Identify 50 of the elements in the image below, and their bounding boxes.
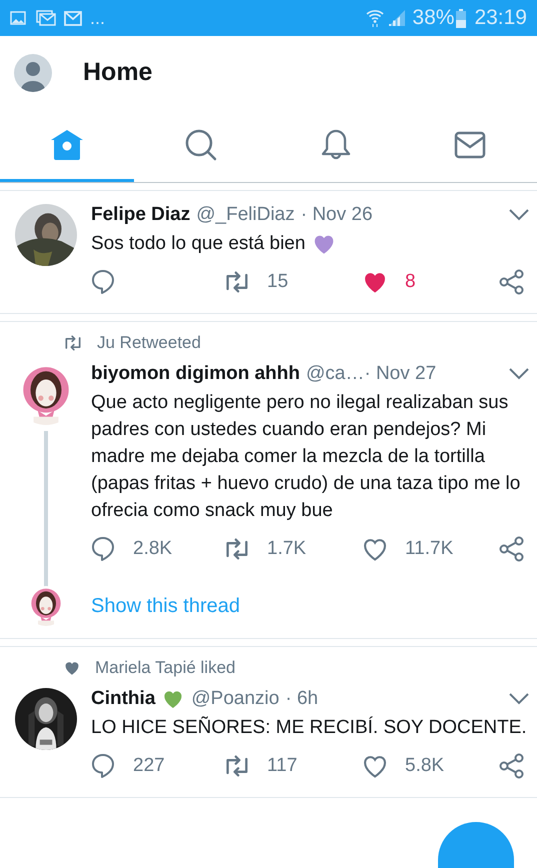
like-count: 11.7K bbox=[405, 536, 454, 561]
wifi-icon bbox=[366, 8, 384, 28]
chevron-down-icon[interactable] bbox=[509, 693, 529, 705]
reply-count: 227 bbox=[133, 754, 165, 778]
author-name: biyomon digimon ahhh bbox=[91, 362, 300, 386]
search-icon bbox=[185, 128, 218, 160]
battery-level: 38% bbox=[412, 5, 454, 32]
battery-icon bbox=[456, 8, 466, 28]
like-count: 8 bbox=[405, 270, 416, 294]
author-name: Felipe Diaz bbox=[91, 202, 190, 227]
like-count: 5.8K bbox=[405, 754, 444, 778]
bell-icon bbox=[320, 128, 352, 160]
home-icon bbox=[50, 128, 84, 160]
retweet-icon bbox=[63, 333, 83, 353]
heart-icon bbox=[63, 659, 81, 677]
author-handle: @_FeliDiaz bbox=[196, 202, 295, 227]
context-label: Ju Retweeted bbox=[97, 332, 201, 354]
mail-icon bbox=[36, 10, 56, 26]
profile-avatar[interactable] bbox=[14, 54, 52, 92]
tweet-time: · 6h bbox=[285, 686, 318, 711]
compose-button[interactable] bbox=[438, 822, 514, 868]
retweet-count: 1.7K bbox=[267, 536, 306, 561]
share-icon[interactable] bbox=[499, 269, 525, 295]
share-icon[interactable] bbox=[499, 536, 525, 562]
chevron-down-icon[interactable] bbox=[509, 368, 529, 380]
more-notifications: ... bbox=[90, 9, 106, 27]
reply-icon[interactable] bbox=[91, 536, 115, 562]
chevron-down-icon[interactable] bbox=[509, 209, 529, 221]
reply-icon[interactable] bbox=[91, 269, 115, 295]
reply-count: 2.8K bbox=[133, 536, 172, 561]
share-icon[interactable] bbox=[499, 753, 525, 779]
tweet-time: · Nov 26 bbox=[300, 202, 373, 227]
tweet-time: · Nov 27 bbox=[364, 362, 436, 386]
author-handle: @Poanzio bbox=[191, 686, 280, 711]
show-thread-link[interactable]: Show this thread bbox=[91, 591, 240, 621]
tweet-text: Que acto negligente pero no ilegal realizaban sus padres con ustedes cuando eran pendejos? Mi madre me dejaba comer la mezcla de la tortilla (papas fritas + huevo crudo) de una taza tipo me lo ofrecia como snack muy bue bbox=[91, 391, 522, 523]
signal-icon bbox=[388, 9, 406, 27]
image-icon bbox=[10, 11, 26, 25]
author-handle: @ca… bbox=[306, 362, 364, 386]
retweet-count: 15 bbox=[267, 270, 288, 294]
author-name: Cinthia bbox=[91, 686, 156, 711]
mail-icon bbox=[64, 10, 82, 26]
tweet-text: LO HICE SEÑORES: ME RECIBÍ. SOY DOCENTE. bbox=[91, 715, 527, 740]
context-label: Mariela Tapié liked bbox=[95, 657, 236, 680]
clock: 23:19 bbox=[474, 5, 527, 32]
page-title: Home bbox=[83, 57, 152, 88]
tweet-text: Sos todo lo que está bien bbox=[91, 232, 306, 256]
envelope-icon bbox=[454, 130, 486, 158]
retweet-count: 117 bbox=[267, 754, 298, 778]
reply-icon[interactable] bbox=[91, 753, 115, 779]
